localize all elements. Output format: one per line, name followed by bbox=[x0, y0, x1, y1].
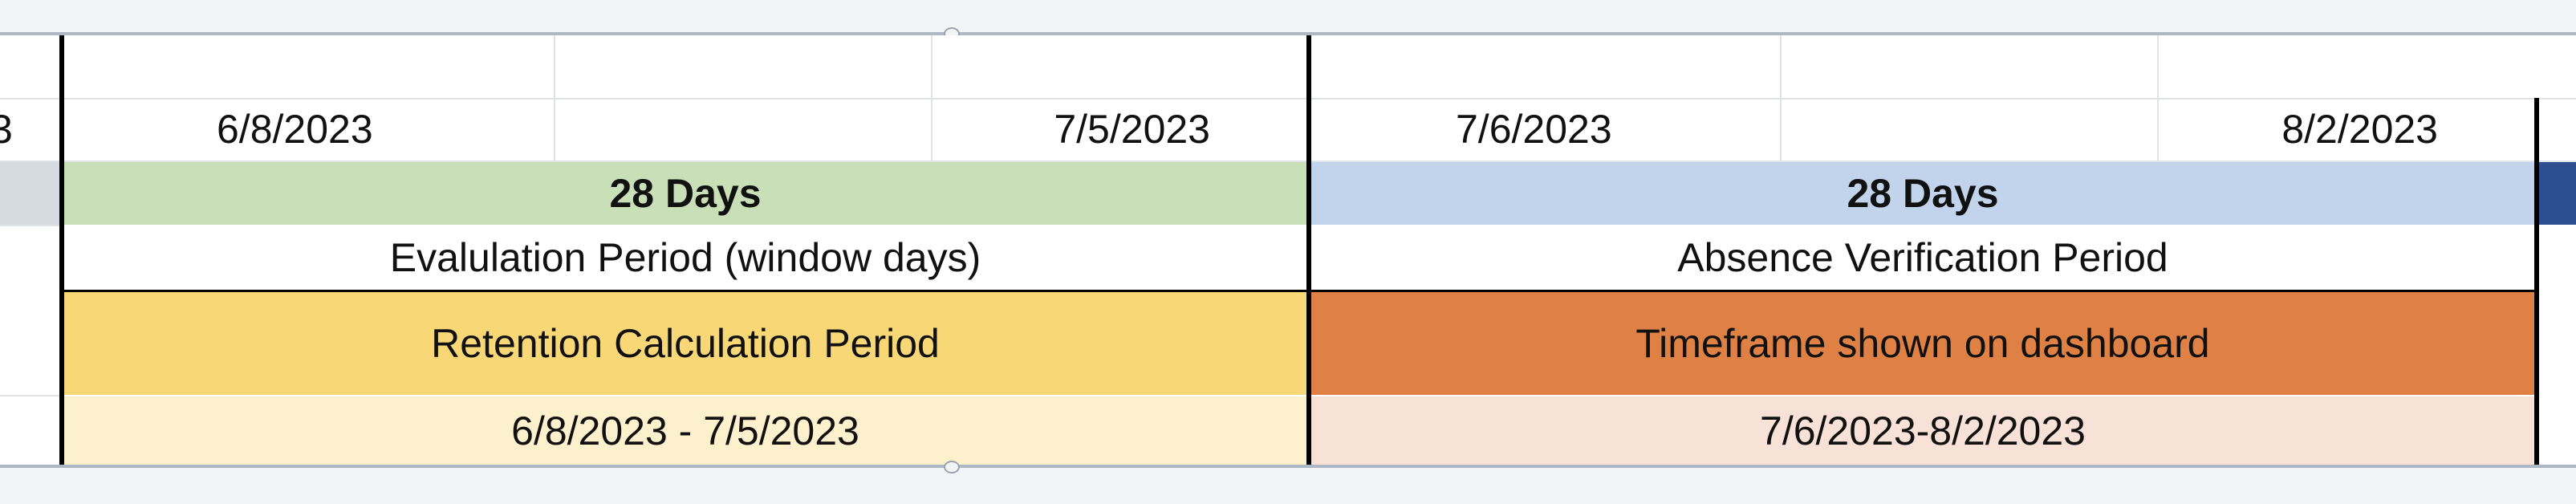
cell-left-partial[interactable]: 3 bbox=[0, 98, 24, 161]
gridline-col-c bbox=[1780, 35, 1782, 161]
gridline-row-5 bbox=[0, 395, 64, 396]
cell-right-navy[interactable] bbox=[2539, 162, 2576, 225]
cell-abs-period[interactable]: Absence Verification Period bbox=[1311, 226, 2534, 289]
cell-eval-days[interactable]: 28 Days bbox=[64, 162, 1306, 225]
cell-eval-range[interactable]: 6/8/2023 - 7/5/2023 bbox=[64, 396, 1306, 465]
cell-abs-end-date[interactable]: 8/2/2023 bbox=[2159, 98, 2534, 161]
left-partial-text: 3 bbox=[0, 107, 13, 152]
cell-eval-start-date[interactable]: 6/8/2023 bbox=[112, 98, 506, 161]
cell-retention-calc[interactable]: Retention Calculation Period bbox=[64, 292, 1306, 395]
border-left-thick bbox=[59, 35, 64, 465]
gridline-col-a bbox=[554, 35, 555, 161]
resize-handle-bottom[interactable] bbox=[944, 461, 960, 474]
border-middle-thick bbox=[1306, 35, 1311, 465]
cell-dashboard-timeframe[interactable]: Timeframe shown on dashboard bbox=[1311, 292, 2534, 395]
cell-eval-end-date[interactable]: 7/5/2023 bbox=[932, 98, 1306, 161]
cell-abs-start-date[interactable]: 7/6/2023 bbox=[1311, 98, 1778, 161]
cell-left-gray[interactable] bbox=[0, 162, 59, 225]
border-right-thick bbox=[2534, 98, 2539, 465]
spreadsheet-grid: 3 6/8/2023 7/5/2023 7/6/2023 8/2/2023 28… bbox=[0, 35, 2576, 465]
cell-eval-period[interactable]: Evalulation Period (window days) bbox=[64, 226, 1306, 289]
sheet-bottom-border bbox=[0, 465, 2576, 468]
cell-abs-range[interactable]: 7/6/2023-8/2/2023 bbox=[1311, 396, 2534, 465]
gridline-row-3 bbox=[0, 225, 64, 226]
cell-abs-days[interactable]: 28 Days bbox=[1311, 162, 2534, 225]
